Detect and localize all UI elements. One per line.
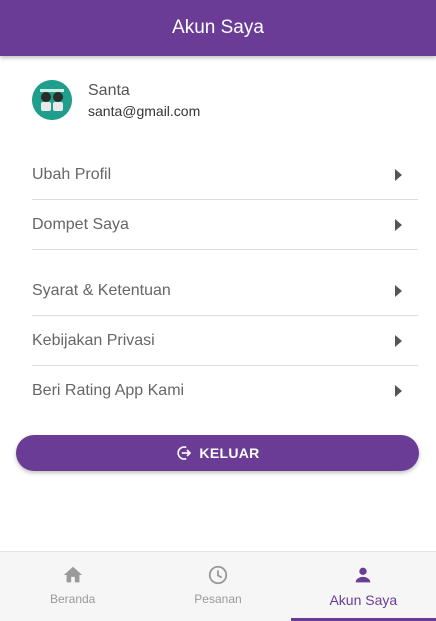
menu-item-label: Ubah Profil	[32, 165, 112, 183]
menu-item-label: Dompet Saya	[32, 215, 129, 233]
chevron-right-icon	[395, 284, 402, 297]
chevron-right-icon	[395, 385, 402, 397]
bottom-navigation: Beranda Pesanan Akun Saya	[0, 551, 436, 621]
avatar-image	[32, 80, 72, 120]
clock-icon	[208, 565, 228, 585]
chevron-right-icon	[395, 334, 402, 347]
chevron-right-icon	[395, 218, 402, 231]
chevron-right-icon	[395, 168, 402, 181]
menu-item-beri-rating[interactable]: Beri Rating App Kami	[32, 366, 418, 416]
tab-label: Akun Saya	[329, 592, 398, 608]
tab-pesanan[interactable]: Pesanan	[145, 552, 290, 621]
tab-beranda[interactable]: Beranda	[0, 552, 145, 621]
menu-item-kebijakan-privasi[interactable]: Kebijakan Privasi	[32, 316, 418, 366]
person-icon	[355, 567, 371, 583]
profile-name: Santa	[88, 81, 130, 99]
logout-button[interactable]: KELUAR	[16, 435, 419, 471]
app-bar: Akun Saya	[0, 0, 436, 56]
home-icon	[63, 566, 82, 583]
tab-label: Pesanan	[194, 592, 242, 606]
menu-item-label: Kebijakan Privasi	[32, 331, 155, 349]
menu-item-label: Syarat & Ketentuan	[32, 281, 171, 299]
menu-item-syarat-ketentuan[interactable]: Syarat & Ketentuan	[32, 266, 418, 316]
logout-label: KELUAR	[199, 445, 260, 461]
profile-header: Santa santa@gmail.com	[32, 80, 200, 120]
menu-item-ubah-profil[interactable]: Ubah Profil	[32, 150, 418, 200]
page-title: Akun Saya	[172, 17, 264, 38]
menu-item-label: Beri Rating App Kami	[32, 382, 185, 399]
tab-akun-saya[interactable]: Akun Saya	[290, 552, 436, 621]
tab-label: Beranda	[49, 592, 96, 606]
avatar	[32, 80, 72, 120]
profile-email: santa@gmail.com	[88, 102, 201, 119]
logout-icon	[177, 446, 192, 460]
menu-item-dompet-saya[interactable]: Dompet Saya	[32, 200, 418, 250]
